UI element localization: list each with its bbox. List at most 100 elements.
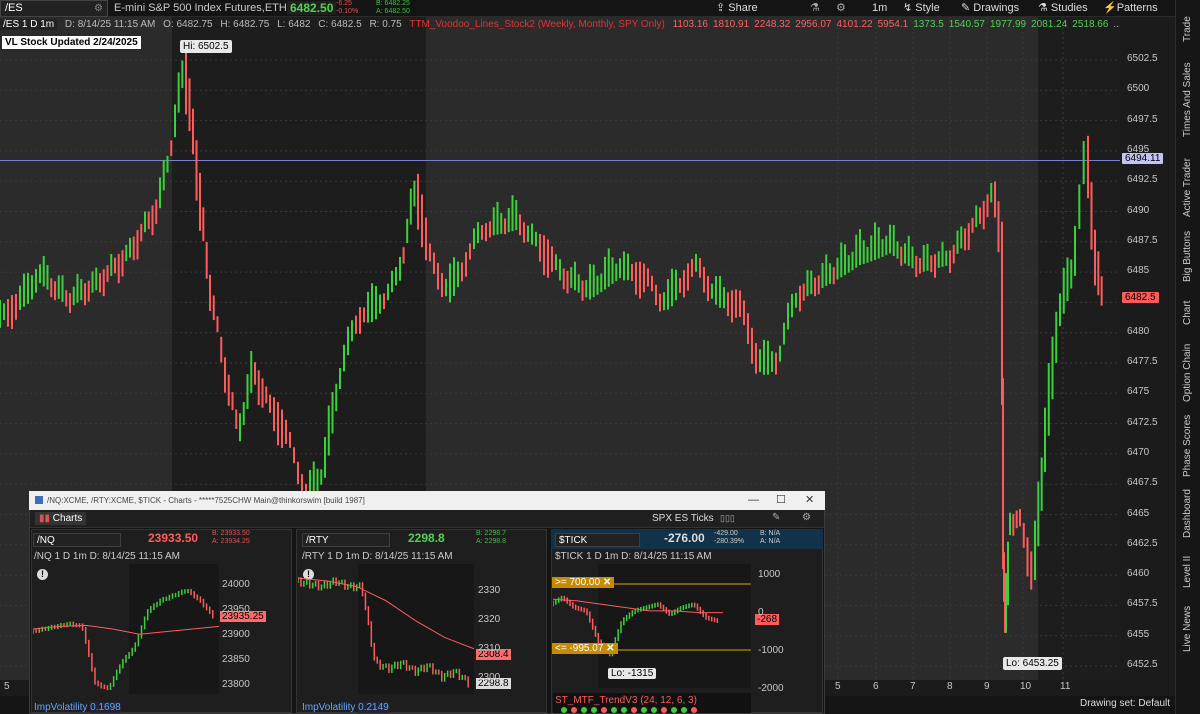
current-price-tag: 6482.5 (1122, 292, 1159, 303)
patterns-label: Patterns (1116, 2, 1158, 14)
hline-price-tag: 6494.11 (1122, 153, 1164, 164)
red-level: 5954.1 (877, 19, 909, 30)
nq-bid: B: 23933.50 (212, 530, 250, 537)
red-level: 2248.32 (754, 19, 791, 30)
grid-name[interactable]: SPX ES Ticks (652, 513, 714, 524)
tick-study-label: ST_MTF_TrendV3 (24, 12, 6, 3) (555, 695, 697, 706)
info-high: H: 6482.75 (220, 19, 270, 30)
sidebar-item-chart[interactable]: Chart (1176, 290, 1199, 335)
tick-y-tick: 1000 (758, 569, 781, 580)
rty-y-tick: 2300 (478, 672, 501, 683)
grid-layout-icon[interactable]: ▯▯▯ (720, 513, 735, 524)
info-date: D: 8/14/25 11:15 AM (64, 19, 156, 30)
nq-y-tick: 24000 (222, 579, 250, 590)
sidebar-item-times-and-sales[interactable]: Times And Sales (1176, 60, 1199, 140)
rty-ask: A: 2298.8 (476, 538, 506, 545)
tab-charts-label: Charts (52, 513, 83, 524)
charts-icon: ▮▮ (39, 513, 53, 524)
y-tick-label: 6455 (1127, 628, 1150, 640)
sidebar-item-dashboard[interactable]: Dashboard (1176, 484, 1199, 544)
rty-y-tick: 2330 (478, 585, 501, 596)
green-level: 1540.57 (948, 19, 985, 30)
trend-dot (581, 707, 587, 713)
trend-dots (561, 707, 697, 713)
rty-chart (298, 564, 474, 694)
y-tick-label: 6500 (1127, 83, 1150, 95)
tick-chgpct: -280.39% (714, 538, 744, 545)
pin-icon[interactable]: ✎ (772, 512, 780, 523)
y-tick-label: 6472.5 (1127, 416, 1158, 428)
studies-button[interactable]: ⚗ Studies (1038, 0, 1088, 17)
patterns-button[interactable]: ⚡Patterns (1103, 0, 1158, 17)
trend-dot (661, 707, 667, 713)
y-tick-label: 6502.5 (1127, 53, 1158, 64)
y-tick-label: 6462.5 (1127, 537, 1158, 549)
sidebar-item-trade[interactable]: Trade (1176, 2, 1199, 57)
nq-y-tick: 23850 (222, 654, 250, 665)
share-label: Share (728, 2, 758, 14)
minimize-button[interactable]: — (748, 491, 759, 510)
maximize-button[interactable]: ☐ (776, 491, 786, 510)
chart-title: /ES 1 D 1m (0, 19, 58, 30)
sidebar-item-active-trader[interactable]: Active Trader (1176, 153, 1199, 223)
trend-dot (681, 707, 687, 713)
flask-icon[interactable]: ⚗ (810, 0, 820, 17)
sidebar-item-level-ii[interactable]: Level II (1176, 547, 1199, 597)
y-tick-label: 6487.5 (1127, 234, 1158, 246)
share-button[interactable]: ⇪ Share (716, 0, 758, 17)
trend-dot (571, 707, 577, 713)
x-tick-label: 9 (984, 681, 990, 692)
window-title: /NQ:XCME, /RTY:XCME, $TICK - Charts - **… (29, 491, 825, 510)
rty-bid: B: 2298.7 (476, 530, 506, 537)
x-tick-label: 5 (835, 681, 841, 692)
pencil-icon: ✎ (961, 2, 974, 14)
close-button[interactable]: ✕ (805, 491, 814, 510)
nq-y-tick: 23900 (222, 629, 250, 640)
tick-y-tick: -2000 (758, 683, 784, 694)
sidebar-item-option-chain[interactable]: Option Chain (1176, 338, 1199, 408)
settings-icon[interactable]: ⚙ (802, 512, 811, 523)
tick-symbol-input[interactable]: $TICK (555, 533, 640, 547)
tab-charts[interactable]: ▮▮ Charts (35, 512, 87, 525)
close-icon[interactable]: ✕ (603, 577, 611, 588)
sidebar-item-live-news[interactable]: Live News (1176, 600, 1199, 658)
red-level: 2956.07 (795, 19, 832, 30)
tick-y-tick: -1000 (758, 645, 784, 656)
nq-symbol-input[interactable]: /NQ (33, 533, 121, 547)
sidebar-item-phase-scores[interactable]: Phase Scores (1176, 411, 1199, 481)
y-tick-label: 6477.5 (1127, 356, 1158, 367)
y-tick-label: 6452.5 (1127, 659, 1158, 670)
green-level: 2081.24 (1031, 19, 1068, 30)
last-price: 6482.50 (287, 1, 337, 15)
price-change: -6.25 -0.10% (336, 0, 358, 16)
rty-bid-ask: B: 2298.7 A: 2298.8 (476, 530, 506, 546)
study-name: TTM_Voodoo_Lines_Stock2 (Weekly, Monthly… (409, 19, 665, 30)
y-tick-label: 6467.5 (1127, 477, 1158, 489)
settings-icon[interactable]: ⚙ (836, 0, 846, 17)
drawing-set-label[interactable]: Drawing set: Default (1080, 698, 1170, 709)
gear-icon[interactable]: ⚙ (94, 0, 106, 17)
timeframe-button[interactable]: 1m (872, 0, 887, 17)
nq-study-label: ImpVolatility (34, 702, 88, 713)
x-tick-label: 8 (947, 681, 953, 692)
y-tick-label: 6492.5 (1127, 174, 1158, 186)
nq-ask: A: 23934.25 (212, 538, 250, 545)
trend-dot (591, 707, 597, 713)
rty-study-value: 0.2149 (358, 702, 389, 713)
nq-study-value: 0.1698 (90, 702, 121, 713)
nq-chart (33, 564, 219, 694)
trend-dot (671, 707, 677, 713)
rty-y-tick: 2310 (478, 643, 501, 654)
close-icon[interactable]: ✕ (606, 643, 614, 654)
tick-upper-level[interactable]: >= 700.00 ✕ (552, 577, 615, 588)
x-tick-label: 5 (4, 681, 10, 692)
studies-icon: ⚗ (1038, 2, 1051, 14)
style-button[interactable]: ↯ Style (903, 0, 940, 17)
symbol-input[interactable]: /ES (0, 0, 108, 17)
tick-lower-level[interactable]: <= -995.07 ✕ (552, 643, 618, 654)
sidebar-item-big-buttons[interactable]: Big Buttons (1176, 226, 1199, 286)
trend-dot (561, 707, 567, 713)
x-tick-label: 10 (1020, 681, 1032, 692)
drawings-button[interactable]: ✎ Drawings (961, 0, 1019, 17)
rty-symbol-input[interactable]: /RTY (302, 533, 390, 547)
